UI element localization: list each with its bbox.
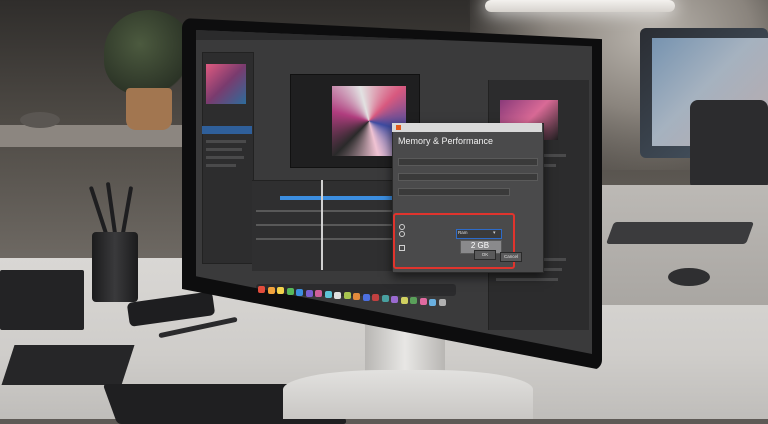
chevron-down-icon: ▾ <box>493 230 496 236</box>
dock-app-icon[interactable] <box>438 299 446 307</box>
selected-project-row[interactable] <box>202 126 252 134</box>
cancel-button[interactable]: Cancel <box>500 252 522 262</box>
dock-app-icon[interactable] <box>258 286 265 293</box>
dock-icons <box>258 286 458 307</box>
shelf-bowl <box>20 112 60 128</box>
ok-button[interactable]: OK <box>474 250 496 260</box>
background-keyboard <box>605 222 755 244</box>
dock-app-icon[interactable] <box>410 297 417 305</box>
dock-app-icon[interactable] <box>362 293 370 301</box>
dock-app-icon[interactable] <box>296 288 303 296</box>
dialog-titlebar[interactable] <box>392 123 542 132</box>
office-chair <box>690 100 768 190</box>
dock-app-icon[interactable] <box>267 286 275 294</box>
monitor-stand-base <box>283 370 533 419</box>
panel-row[interactable] <box>206 140 246 143</box>
dock-app-icon[interactable] <box>334 291 341 299</box>
timeline-playhead[interactable] <box>321 180 323 270</box>
radio-option-label <box>406 225 446 228</box>
dock-app-icon[interactable] <box>343 292 351 300</box>
dock-app-icon[interactable] <box>286 288 294 296</box>
dock-app-icon[interactable] <box>419 297 427 305</box>
plant-leaves <box>104 10 194 95</box>
panel-row[interactable] <box>206 148 242 151</box>
project-thumbnail[interactable] <box>206 64 246 104</box>
panel-row[interactable] <box>206 156 244 159</box>
dialog-title: Memory & Performance <box>398 136 494 146</box>
dock-app-icon[interactable] <box>324 290 332 298</box>
ram-dropdown-value: Ram <box>458 230 468 235</box>
checkbox[interactable] <box>399 245 405 251</box>
radio-option-label <box>406 232 442 235</box>
desk-storage-box <box>0 270 84 330</box>
plant-pot <box>126 88 172 130</box>
dock-app-icon[interactable] <box>372 294 379 302</box>
dock-app-icon[interactable] <box>391 295 398 303</box>
settings-row[interactable] <box>398 173 538 181</box>
app-icon <box>396 125 401 130</box>
pen-cup <box>92 232 138 302</box>
dock-app-icon[interactable] <box>277 287 284 295</box>
panel-row[interactable] <box>496 278 558 281</box>
settings-row[interactable] <box>398 188 510 196</box>
dock-app-icon[interactable] <box>315 290 322 298</box>
dock-app-icon[interactable] <box>381 295 389 303</box>
radio-option[interactable] <box>399 224 405 230</box>
dock-app-icon[interactable] <box>305 289 313 297</box>
desk-mat <box>1 345 135 385</box>
background-mouse <box>668 268 710 286</box>
ceiling-lamp <box>485 0 675 12</box>
radio-option[interactable] <box>399 231 405 237</box>
wall-shelf <box>0 125 210 147</box>
dock-app-icon[interactable] <box>353 293 360 300</box>
background-desk <box>600 185 768 305</box>
dock-app-icon[interactable] <box>400 296 408 304</box>
panel-row[interactable] <box>206 164 236 167</box>
checkbox-label <box>406 246 448 249</box>
tab-strip[interactable] <box>398 158 538 166</box>
dock-app-icon[interactable] <box>429 298 436 306</box>
